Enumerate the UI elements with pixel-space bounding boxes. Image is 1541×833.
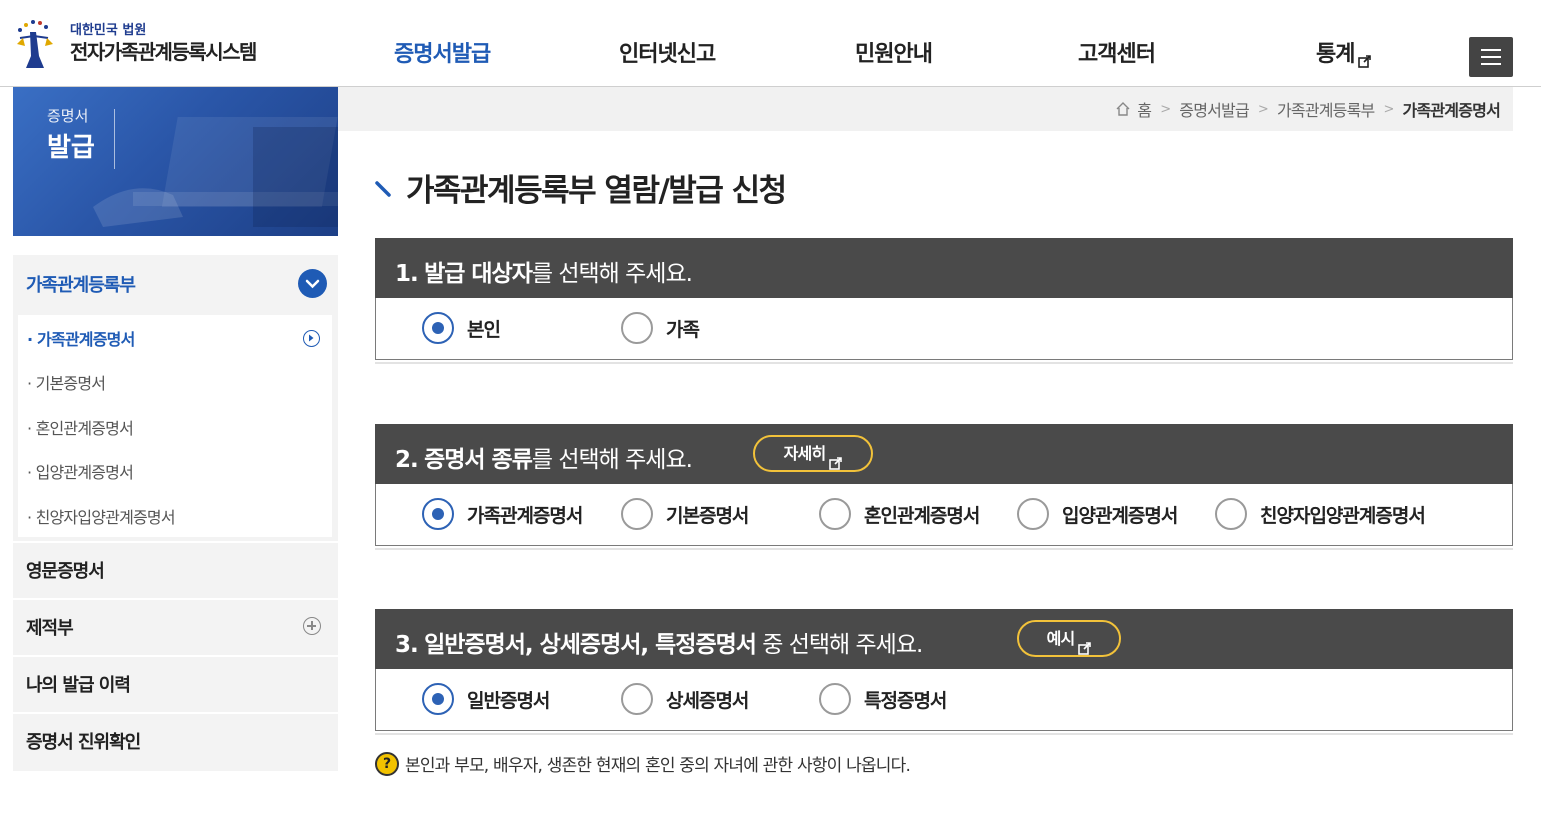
radio-marriage-cert[interactable]: 혼인관계증명서: [819, 498, 980, 530]
radio-label: 입양관계증명서: [1062, 504, 1178, 527]
radio-label: 가족: [666, 318, 700, 341]
submenu-marriage-cert[interactable]: · 혼인관계증명서: [27, 415, 134, 439]
nav-certificate-issue[interactable]: 증명서발급: [394, 36, 491, 68]
submenu-basic-cert[interactable]: · 기본증명서: [27, 370, 106, 394]
radio-unchecked-icon: [621, 498, 653, 530]
breadcrumb-home[interactable]: 홈: [1137, 97, 1152, 121]
external-link-icon: [1358, 49, 1372, 68]
submenu-family-relation-cert[interactable]: · 가족관계증명서: [27, 326, 135, 350]
side-banner: 증명서 발급: [13, 87, 338, 236]
hamburger-icon: [1481, 49, 1501, 51]
radio-label: 친양자입양관계증명서: [1260, 504, 1426, 527]
section-options: 가족관계증명서 기본증명서 혼인관계증명서 입양관계증명서 친양자입양관계증명서: [375, 484, 1513, 546]
side-menu-item-label: 나의 발급 이력: [26, 675, 131, 696]
nav-internet-report[interactable]: 인터넷신고: [619, 36, 716, 68]
example-button[interactable]: 예시: [1017, 620, 1121, 657]
nav-civil-guide[interactable]: 민원안내: [855, 36, 933, 68]
radio-family[interactable]: 가족: [621, 312, 700, 344]
notice-text: 본인과 부모, 배우자, 생존한 현재의 혼인 중의 자녀에 관한 사항이 나옵…: [405, 756, 911, 776]
section-header-text: 2. 증명서 종류를 선택해 주세요.: [395, 447, 693, 473]
radio-unchecked-icon: [819, 683, 851, 715]
side-menu-item-label: 영문증명서: [26, 561, 105, 582]
side-menu-my-issue-history[interactable]: 나의 발급 이력: [13, 655, 338, 711]
radio-self[interactable]: 본인: [422, 312, 501, 344]
question-icon: ?: [375, 751, 399, 776]
side-menu-removed-register[interactable]: 제적부: [13, 598, 338, 654]
breadcrumb-current: 가족관계증명서: [1402, 101, 1501, 120]
radio-unchecked-icon: [621, 683, 653, 715]
side-menu-item-label: 제적부: [26, 618, 74, 639]
banner-line2: 발급: [47, 133, 95, 163]
arrow-right-circle-icon: [303, 330, 320, 347]
title-slash-icon: [375, 180, 391, 197]
breadcrumb: 홈 > 증명서발급 > 가족관계등록부 > 가족관계증명서: [338, 87, 1513, 131]
site-logo[interactable]: 대한민국 법원 전자가족관계등록시스템: [12, 16, 257, 72]
logo-title: 전자가족관계등록시스템: [70, 40, 257, 64]
radio-full-adoption-cert[interactable]: 친양자입양관계증명서: [1215, 498, 1426, 530]
radio-checked-icon: [422, 683, 454, 715]
radio-basic-cert[interactable]: 기본증명서: [621, 498, 749, 530]
banner-line1: 증명서: [47, 107, 89, 125]
external-link-icon: [1078, 633, 1092, 655]
section-header-text: 3. 일반증명서, 상세증명서, 특정증명서 중 선택해 주세요.: [395, 632, 923, 658]
section-options: 일반증명서 상세증명서 특정증명서: [375, 669, 1513, 731]
home-icon[interactable]: [1115, 101, 1131, 117]
radio-unchecked-icon: [1017, 498, 1049, 530]
external-link-icon: [829, 448, 843, 470]
logo-subtitle: 대한민국 법원: [70, 23, 147, 38]
radio-label: 혼인관계증명서: [864, 504, 980, 527]
side-menu-cert-verify[interactable]: 증명서 진위확인: [13, 712, 338, 768]
breadcrumb-separator-icon: >: [1383, 101, 1394, 117]
side-menu-english-cert[interactable]: 영문증명서: [13, 541, 338, 597]
radio-unchecked-icon: [621, 312, 653, 344]
radio-checked-icon: [422, 312, 454, 344]
site-header: 대한민국 법원 전자가족관계등록시스템 증명서발급 인터넷신고 민원안내 고객센…: [0, 0, 1541, 87]
section-header: 1. 발급 대상자를 선택해 주세요.: [375, 238, 1513, 298]
side-menu: 가족관계등록부 · 가족관계증명서 · 기본증명서 · 혼인관계증명서 · 입양…: [13, 255, 338, 771]
submenu-adoption-cert[interactable]: · 입양관계증명서: [27, 459, 134, 483]
radio-general-cert[interactable]: 일반증명서: [422, 683, 550, 715]
breadcrumb-item[interactable]: 가족관계등록부: [1277, 97, 1375, 121]
page-title-text: 가족관계등록부 열람/발급 신청: [406, 173, 787, 209]
menu-button[interactable]: [1469, 37, 1513, 77]
breadcrumb-item[interactable]: 증명서발급: [1179, 97, 1249, 121]
detail-button[interactable]: 자세히: [753, 435, 873, 472]
radio-label: 일반증명서: [467, 689, 550, 712]
radio-unchecked-icon: [1215, 498, 1247, 530]
page-title: 가족관계등록부 열람/발급 신청: [374, 165, 787, 210]
radio-adoption-cert[interactable]: 입양관계증명서: [1017, 498, 1178, 530]
nav-customer-center[interactable]: 고객센터: [1078, 36, 1156, 68]
side-menu-family-register[interactable]: 가족관계등록부: [13, 255, 338, 311]
side-menu-head-label: 가족관계등록부: [26, 275, 136, 296]
radio-label: 특정증명서: [864, 689, 947, 712]
radio-label: 가족관계증명서: [467, 504, 583, 527]
radio-label: 상세증명서: [666, 689, 749, 712]
nav-statistics-label: 통계: [1316, 42, 1355, 67]
radio-checked-icon: [422, 498, 454, 530]
nav-statistics[interactable]: 통계: [1316, 36, 1372, 68]
section-header-text: 1. 발급 대상자를 선택해 주세요.: [395, 261, 693, 287]
section-header: 3. 일반증명서, 상세증명서, 특정증명서 중 선택해 주세요. 예시: [375, 609, 1513, 669]
section-header: 2. 증명서 종류를 선택해 주세요. 자세히: [375, 424, 1513, 484]
info-notice: ? 본인과 부모, 배우자, 생존한 현재의 혼인 중의 자녀에 관한 사항이 …: [375, 751, 911, 776]
radio-unchecked-icon: [819, 498, 851, 530]
radio-specific-cert[interactable]: 특정증명서: [819, 683, 947, 715]
radio-family-relation-cert[interactable]: 가족관계증명서: [422, 498, 583, 530]
radio-detailed-cert[interactable]: 상세증명서: [621, 683, 749, 715]
side-menu-item-label: 증명서 진위확인: [26, 732, 141, 753]
side-submenu: · 가족관계증명서 · 기본증명서 · 혼인관계증명서 · 입양관계증명서 · …: [18, 315, 332, 537]
court-emblem-icon: [12, 16, 64, 72]
breadcrumb-separator-icon: >: [1257, 101, 1269, 117]
banner-divider: [114, 109, 115, 169]
radio-label: 본인: [467, 318, 501, 341]
breadcrumb-separator-icon: >: [1160, 101, 1171, 117]
chevron-down-icon[interactable]: [298, 269, 327, 298]
plus-circle-icon[interactable]: [303, 617, 321, 635]
radio-label: 기본증명서: [666, 504, 749, 527]
submenu-full-adoption-cert[interactable]: · 친양자입양관계증명서: [27, 504, 176, 528]
section-options: 본인 가족: [375, 298, 1513, 360]
